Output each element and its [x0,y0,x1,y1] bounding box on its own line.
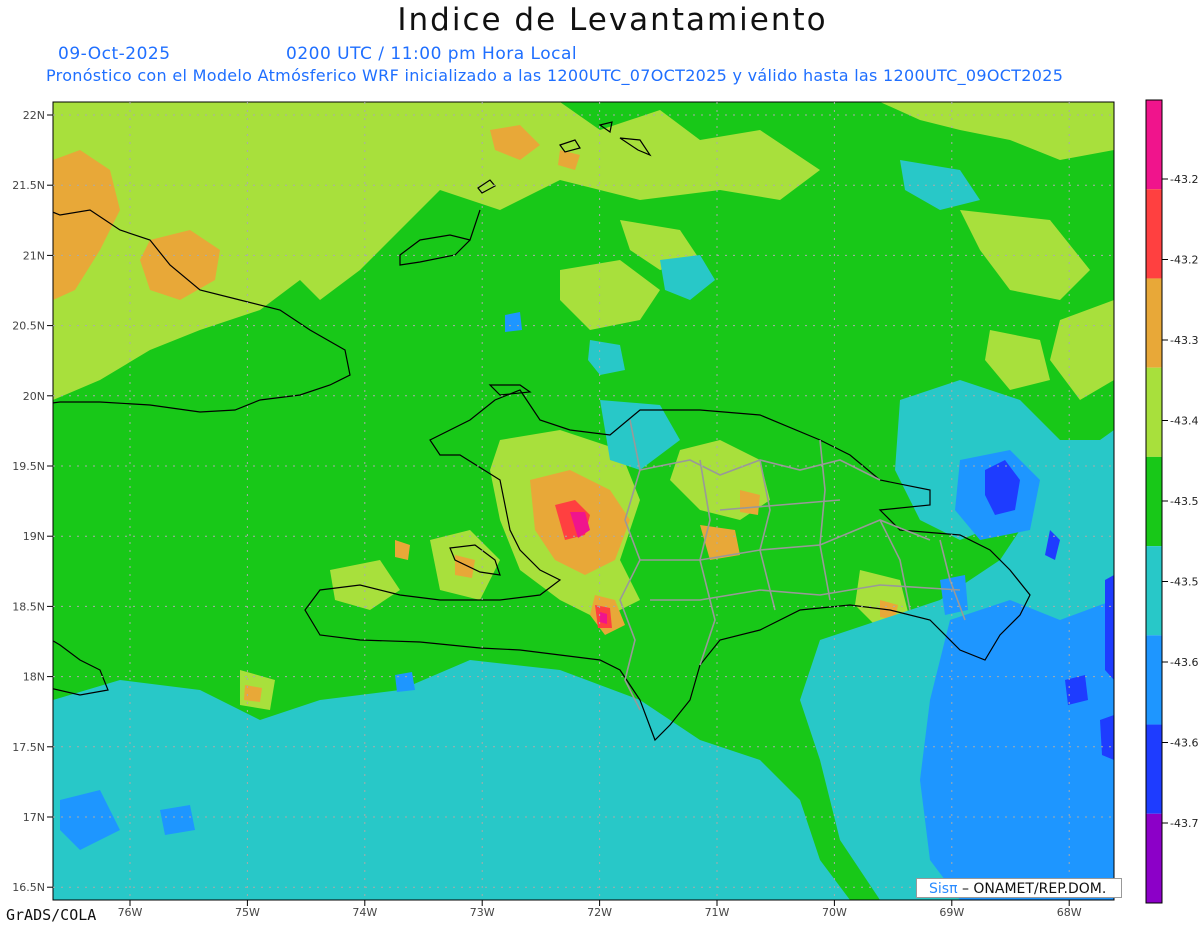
onamet-logo: Sisπ – ONAMET/REP.DOM. [916,878,1122,898]
lon-label: 76W [118,906,143,919]
lat-label: 20N [23,390,45,403]
colorbar-label: -43.2 [1170,173,1198,186]
lon-label: 71W [705,906,730,919]
colorbar-segment [1146,189,1162,279]
colorbar: -43.2 -43.2 -43.3 -43.4 -43.5 -43.5 -43.6 -43.6… [1145,99,1198,904]
colorbar-label: -43.3 [1170,334,1198,347]
logo-sis: Sisπ [929,881,958,897]
lon-label: 70W [822,906,847,919]
lat-label: 20.5N [12,320,45,333]
lon-label: 73W [470,906,495,919]
lat-label: 21.5N [12,179,45,192]
colorbar-label: -43.5 [1170,576,1198,589]
lat-label: 22N [23,109,45,122]
lat-label: 17.5N [12,741,45,754]
colorbar-label: -43.2 [1170,254,1198,267]
lat-label: 21N [23,249,45,262]
longitude-axis: 76W 75W 74W 73W 72W 71W 70W 69W 68W [118,900,1082,919]
lat-label: 17N [23,811,45,824]
colorbar-label: -43.4 [1170,415,1198,428]
colorbar-segment [1146,546,1162,636]
lon-label: 72W [587,906,612,919]
lat-label: 18.5N [12,600,45,613]
lon-label: 74W [352,906,377,919]
latitude-axis: 22N 21.5N 21N 20.5N 20N 19.5N 19N 18.5N 18N 17.5N… [12,109,53,894]
colorbar-segment [1146,724,1162,814]
colorbar-label: -43.7 [1170,817,1198,830]
lat-label: 16.5N [12,881,45,894]
lat-label: 18N [23,671,45,684]
colorbar-segment [1146,813,1162,903]
colorbar-segment [1146,635,1162,725]
instability-field [53,102,1114,900]
lon-label: 75W [235,906,260,919]
grads-credit: GrADS/COLA [6,906,97,924]
colorbar-segment [1146,278,1162,368]
lon-label: 69W [939,906,964,919]
map-plot: 22N 21.5N 21N 20.5N 20N 19.5N 19N 18.5N 18N 17.5N… [12,99,1198,919]
colorbar-segment [1146,367,1162,457]
colorbar-label: -43.6 [1170,737,1198,750]
lat-label: 19N [23,530,45,543]
colorbar-segment [1146,100,1162,190]
colorbar-label: -43.6 [1170,656,1198,669]
logo-org: – ONAMET/REP.DOM. [961,881,1107,897]
colorbar-label: -43.5 [1170,495,1198,508]
colorbar-segment [1146,456,1162,547]
lat-label: 19.5N [12,460,45,473]
lon-label: 68W [1057,906,1082,919]
